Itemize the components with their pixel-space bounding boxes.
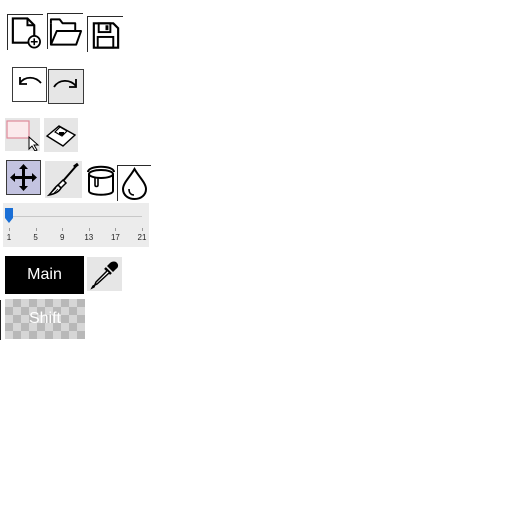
- eyedropper-button[interactable]: [87, 257, 122, 291]
- brush-size-slider[interactable]: 1 5 9 13 17 21: [3, 203, 149, 247]
- open-folder-icon: [49, 17, 83, 46]
- slider-tick-label: 9: [59, 233, 65, 242]
- drop-icon: [121, 166, 148, 201]
- slider-tick: [9, 228, 10, 231]
- move-icon: [10, 164, 37, 191]
- slider-tick: [62, 228, 64, 231]
- rect-select-icon: [6, 120, 40, 151]
- slider-tick: [35, 228, 37, 231]
- paint-bucket-icon: [87, 165, 115, 196]
- brush-icon: [46, 162, 79, 197]
- open-folder-button[interactable]: [47, 13, 83, 49]
- slider-tick-label: 21: [137, 233, 147, 242]
- slider-tick-label: 1: [6, 233, 12, 242]
- new-file-button[interactable]: [7, 14, 43, 50]
- redo-icon: [53, 79, 77, 88]
- slider-tick-label: 17: [110, 233, 120, 242]
- slider-tick-label: 13: [84, 233, 94, 242]
- brush-tool-button[interactable]: [45, 161, 82, 198]
- rect-select-button[interactable]: [5, 118, 40, 151]
- shift-swatch-edge: [0, 300, 1, 340]
- slider-tick: [142, 228, 143, 231]
- slider-tick: [88, 228, 90, 231]
- slider-track[interactable]: [9, 216, 142, 217]
- slider-tick: [115, 228, 117, 231]
- slider-tick-label: 5: [33, 233, 38, 242]
- paste-icon: [45, 125, 77, 147]
- paste-button[interactable]: [44, 118, 78, 152]
- main-color-swatch[interactable]: Main: [5, 256, 84, 294]
- shift-color-label: Shift: [28, 310, 61, 327]
- move-tool-button[interactable]: [6, 160, 41, 195]
- eyedropper-icon: [90, 261, 119, 290]
- undo-button[interactable]: [12, 67, 47, 102]
- save-button[interactable]: [87, 16, 123, 52]
- shift-color-swatch[interactable]: Shift: [5, 299, 85, 339]
- new-file-icon: [11, 16, 41, 48]
- redo-button[interactable]: [48, 69, 84, 104]
- undo-icon: [19, 76, 42, 85]
- main-color-label: Main: [27, 266, 62, 283]
- slider-thumb[interactable]: [5, 208, 13, 223]
- paint-bucket-tool-button[interactable]: [84, 162, 118, 198]
- drop-tool-button[interactable]: [117, 165, 151, 201]
- save-icon: [92, 21, 120, 49]
